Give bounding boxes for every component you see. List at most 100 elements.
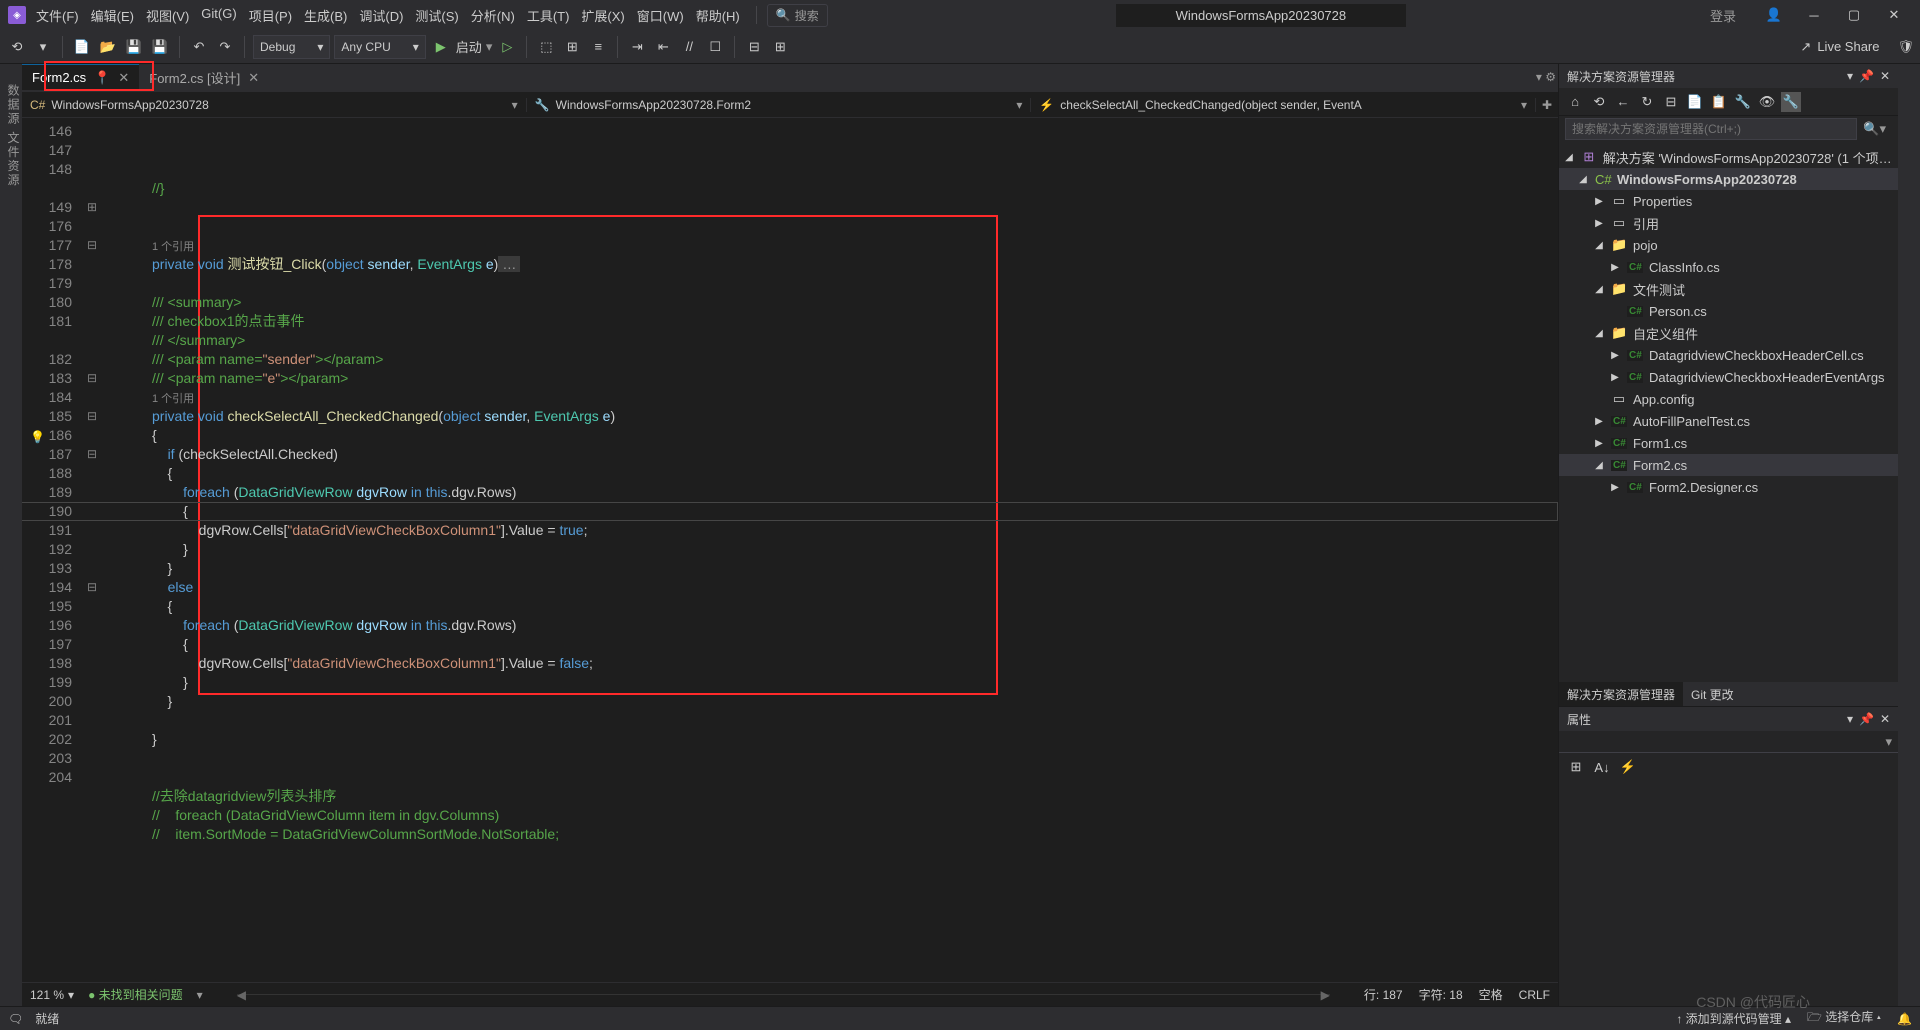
code-editor[interactable]: 1461471481491761771781791801811821831841… <box>22 118 1558 982</box>
tree-node[interactable]: ▶▭Properties <box>1559 190 1898 212</box>
tree-node[interactable]: ▭App.config <box>1559 388 1898 410</box>
props-dropdown-icon[interactable]: ▾ <box>1847 712 1853 726</box>
left-vertical-tabs[interactable]: 数据源 文件资源 <box>0 64 22 1006</box>
menu-item[interactable]: 工具(T) <box>521 2 576 29</box>
tree-node[interactable]: C#Person.cs <box>1559 300 1898 322</box>
new-file-button[interactable]: 📄 <box>71 36 93 58</box>
se-showall-icon[interactable]: 📄 <box>1685 92 1705 112</box>
menu-item[interactable]: 文件(F) <box>30 2 85 29</box>
menu-item[interactable]: 帮助(H) <box>690 2 746 29</box>
props-close-icon[interactable]: ✕ <box>1880 712 1890 726</box>
split-view-button[interactable]: ✚ <box>1536 98 1558 112</box>
close-tab-icon[interactable]: ✕ <box>118 70 129 86</box>
user-icon[interactable]: 👤 <box>1762 3 1786 27</box>
file-tab[interactable]: Form2.cs [设计]✕ <box>139 64 269 90</box>
tb-icon-9[interactable]: ⊞ <box>769 36 791 58</box>
config-dropdown[interactable]: Debug▾ <box>253 35 330 59</box>
status-add-source[interactable]: ↑ 添加到源代码管理 ▴ <box>1676 1010 1791 1027</box>
menu-item[interactable]: 测试(S) <box>409 2 464 29</box>
fold-column[interactable]: ⊞⊟⊟⊟⊟⊟ <box>82 118 102 982</box>
close-button[interactable]: ✕ <box>1882 3 1906 27</box>
pin-icon[interactable]: 📍 <box>94 70 110 86</box>
pin-icon[interactable]: 📌 <box>1859 69 1874 83</box>
lightbulb-icon[interactable]: 💡 <box>30 428 45 447</box>
lineending-indicator[interactable]: CRLF <box>1519 988 1550 1002</box>
nav-fwd-button[interactable]: ▾ <box>32 36 54 58</box>
col-indicator[interactable]: 字符: 18 <box>1419 986 1463 1003</box>
props-events-icon[interactable]: ⚡ <box>1617 756 1639 778</box>
tree-node[interactable]: ◢📁pojo <box>1559 234 1898 256</box>
maximize-button[interactable]: ▢ <box>1842 3 1866 27</box>
tree-node[interactable]: ▶C#ClassInfo.cs <box>1559 256 1898 278</box>
menu-item[interactable]: 视图(V) <box>140 2 195 29</box>
save-button[interactable]: 💾 <box>123 36 145 58</box>
minimize-button[interactable]: ─ <box>1802 3 1826 27</box>
issues-indicator[interactable]: ● 未找到相关问题 <box>88 986 183 1003</box>
tb-icon-2[interactable]: ⊞ <box>561 36 583 58</box>
tb-icon-8[interactable]: ⊟ <box>743 36 765 58</box>
start-label[interactable]: 启动 <box>456 37 482 56</box>
se-search-icon[interactable]: 🔍▾ <box>1857 121 1892 137</box>
project-node[interactable]: ◢C# WindowsFormsApp20230728 <box>1559 168 1898 190</box>
status-repo[interactable]: 🗁 选择仓库 ▴ <box>1807 1008 1881 1029</box>
tree-node[interactable]: ▶C#AutoFillPanelTest.cs <box>1559 410 1898 432</box>
status-output-icon[interactable]: 🗨 <box>8 1012 23 1026</box>
se-sync-icon[interactable]: ⟲ <box>1589 92 1609 112</box>
bc-method[interactable]: ⚡ checkSelectAll_CheckedChanged(object s… <box>1031 98 1536 112</box>
menu-item[interactable]: 分析(N) <box>465 2 521 29</box>
se-collapse-icon[interactable]: ⊟ <box>1661 92 1681 112</box>
solution-tree[interactable]: ◢⊞ 解决方案 'WindowsFormsApp20230728' (1 个项目… <box>1559 142 1898 682</box>
code-content[interactable]: //}1 个引用private void 测试按钮_Click(object s… <box>102 118 1558 982</box>
props-az-icon[interactable]: A↓ <box>1591 756 1613 778</box>
redo-button[interactable]: ↷ <box>214 36 236 58</box>
menu-item[interactable]: 生成(B) <box>298 2 353 29</box>
tb-icon-3[interactable]: ≡ <box>587 36 609 58</box>
tb-icon-7[interactable]: ☐ <box>704 36 726 58</box>
tb-icon-1[interactable]: ⬚ <box>535 36 557 58</box>
file-tab[interactable]: Form2.cs📍✕ <box>22 64 139 90</box>
close-tab-icon[interactable]: ✕ <box>248 70 259 86</box>
menu-item[interactable]: 编辑(E) <box>85 2 140 29</box>
platform-dropdown[interactable]: Any CPU▾ <box>334 35 425 59</box>
tb-icon-4[interactable]: ⇥ <box>626 36 648 58</box>
tab-git-changes[interactable]: Git 更改 <box>1683 682 1742 707</box>
admin-icon[interactable]: 🛡 <box>1897 39 1914 55</box>
se-wrench-icon[interactable]: 🔧 <box>1781 92 1801 112</box>
menu-item[interactable]: 扩展(X) <box>575 2 630 29</box>
tree-node[interactable]: ▶C#DatagridviewCheckboxHeaderCell.cs <box>1559 344 1898 366</box>
nav-back-button[interactable]: ⟲ <box>6 36 28 58</box>
se-search-input[interactable] <box>1565 118 1857 140</box>
bc-project[interactable]: C# WindowsFormsApp20230728 ▾ <box>22 98 527 112</box>
close-panel-icon[interactable]: ✕ <box>1880 69 1890 83</box>
se-back-icon[interactable]: ← <box>1613 92 1633 112</box>
menu-item[interactable]: 窗口(W) <box>631 2 690 29</box>
undo-button[interactable]: ↶ <box>188 36 210 58</box>
tree-node[interactable]: ▶C#Form1.cs <box>1559 432 1898 454</box>
se-view-icon[interactable]: 👁 <box>1757 92 1777 112</box>
right-vertical-tabs[interactable] <box>1898 64 1920 1006</box>
se-refresh-icon[interactable]: ↻ <box>1637 92 1657 112</box>
tree-node[interactable]: ◢📁文件测试 <box>1559 278 1898 300</box>
status-notif-icon[interactable]: 🔔 <box>1897 1012 1912 1026</box>
tab-overflow-button[interactable]: ▾ ⚙ <box>1536 70 1556 84</box>
menu-item[interactable]: 调试(D) <box>353 2 409 29</box>
start-no-debug-button[interactable]: ▷ <box>496 36 518 58</box>
bc-class[interactable]: 🔧 WindowsFormsApp20230728.Form2 ▾ <box>527 98 1032 112</box>
zoom-control[interactable]: 121 % ▾ <box>30 988 74 1002</box>
se-home-icon[interactable]: ⌂ <box>1565 92 1585 112</box>
start-debug-button[interactable]: ▶ <box>430 36 452 58</box>
tree-node[interactable]: ◢C#Form2.cs <box>1559 454 1898 476</box>
props-pin-icon[interactable]: 📌 <box>1859 712 1874 726</box>
tb-icon-6[interactable]: // <box>678 36 700 58</box>
dropdown-icon[interactable]: ▾ <box>1847 69 1853 83</box>
save-all-button[interactable]: 💾 <box>149 36 171 58</box>
se-prop-icon[interactable]: 🔧 <box>1733 92 1753 112</box>
login-link[interactable]: 登录 <box>1710 6 1736 25</box>
props-cat-icon[interactable]: ⊞ <box>1565 756 1587 778</box>
indent-indicator[interactable]: 空格 <box>1479 986 1503 1003</box>
search-box[interactable]: 🔍 搜索 <box>767 4 828 27</box>
tb-icon-5[interactable]: ⇤ <box>652 36 674 58</box>
tree-node[interactable]: ▶▭引用 <box>1559 212 1898 234</box>
menu-item[interactable]: 项目(P) <box>243 2 298 29</box>
solution-node[interactable]: ◢⊞ 解决方案 'WindowsFormsApp20230728' (1 个项目… <box>1559 146 1898 168</box>
